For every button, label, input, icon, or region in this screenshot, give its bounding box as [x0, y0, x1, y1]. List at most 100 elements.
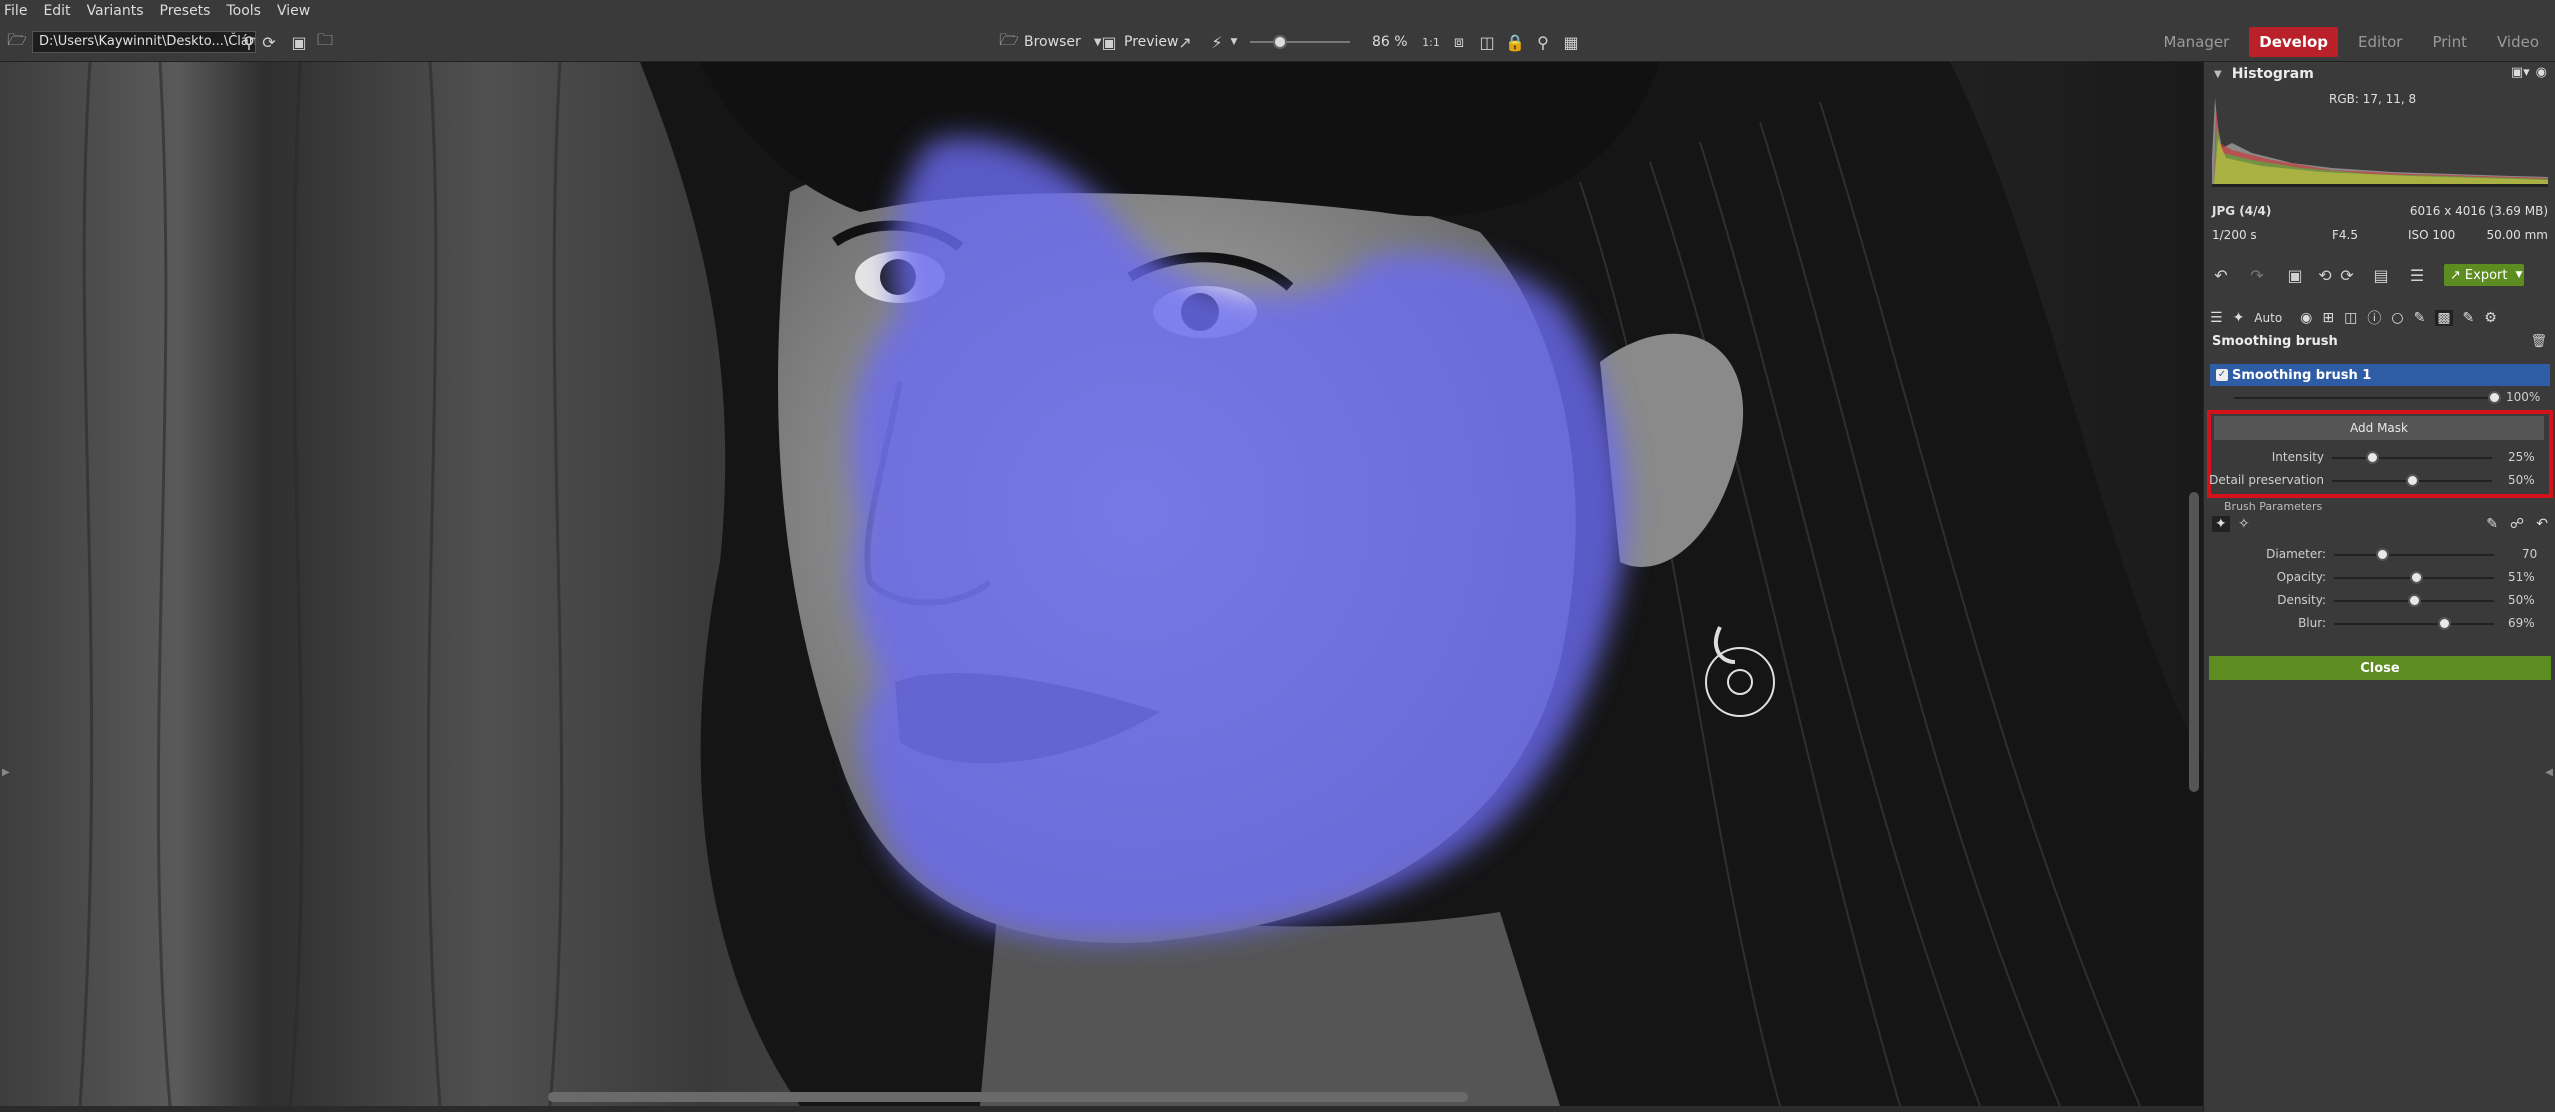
- checkbox[interactable]: ✓: [2216, 369, 2228, 381]
- brush-layer-item[interactable]: ✓ Smoothing brush 1: [2210, 364, 2550, 386]
- eraser-icon[interactable]: ✎: [2463, 310, 2475, 326]
- focal-length: 50.00 mm: [2486, 228, 2548, 242]
- menu-view[interactable]: View: [277, 3, 310, 19]
- intensity-label: Intensity: [2271, 450, 2324, 464]
- refresh-icon[interactable]: ⟳: [258, 31, 280, 53]
- copy-settings-icon[interactable]: ▤: [2370, 264, 2392, 286]
- export-button[interactable]: ↗ Export ▼: [2444, 264, 2524, 286]
- brush-icon[interactable]: ✎: [2414, 310, 2426, 326]
- external-window-icon[interactable]: ↗: [1174, 31, 1196, 53]
- add-mask-button[interactable]: Add Mask: [2214, 416, 2544, 440]
- path-input[interactable]: D:\Users\Kaywinnit\Deskto...\Článek: [32, 31, 256, 53]
- opacity-slider[interactable]: Opacity: 51%: [2204, 570, 2555, 586]
- horizontal-scrollbar[interactable]: [548, 1092, 1468, 1102]
- new-folder-icon[interactable]: 🗀: [314, 30, 336, 53]
- preview-icon: ▣: [1101, 32, 1117, 52]
- gear-icon[interactable]: ⚙: [2484, 310, 2497, 326]
- eyedropper-icon[interactable]: ✎: [2486, 516, 2498, 532]
- menu-tools[interactable]: Tools: [226, 3, 261, 19]
- detail-preservation-slider[interactable]: Detail preservation 50%: [2204, 473, 2555, 489]
- rotate-left-icon[interactable]: ⟲: [2314, 264, 2336, 286]
- folder-icon[interactable]: 🗁: [6, 30, 28, 53]
- export-label: Export: [2464, 267, 2508, 283]
- lock-icon[interactable]: 🔒: [1504, 31, 1526, 53]
- zoom-value: 86 %: [1372, 34, 1408, 50]
- preview-button[interactable]: Preview: [1124, 34, 1179, 50]
- compare-icon[interactable]: ◫: [1476, 31, 1498, 53]
- photo-canvas[interactable]: ▶: [0, 62, 2203, 1106]
- actual-size-icon[interactable]: 1:1: [1420, 31, 1442, 53]
- lightning-icon[interactable]: ⚡: [1206, 31, 1228, 53]
- iso: ISO 100: [2408, 228, 2456, 242]
- image-icon[interactable]: ▣: [2284, 264, 2306, 286]
- slider-thumb[interactable]: [2438, 617, 2452, 630]
- blur-slider[interactable]: Blur: 69%: [2204, 616, 2555, 632]
- histogram-mode-icon[interactable]: ▣▾: [2511, 65, 2530, 80]
- slider-thumb[interactable]: [2376, 548, 2389, 561]
- browser-button[interactable]: Browser: [1024, 34, 1081, 50]
- diameter-slider[interactable]: Diameter: 70: [2204, 547, 2555, 563]
- info-icon[interactable]: ⓘ: [2367, 308, 2381, 328]
- smoothing-brush-icon[interactable]: ▩: [2435, 310, 2453, 326]
- wand-icon[interactable]: ✦: [2233, 310, 2245, 326]
- tab-editor[interactable]: Editor: [2348, 27, 2412, 57]
- menu-presets[interactable]: Presets: [160, 3, 211, 19]
- link-icon[interactable]: ☍: [2510, 516, 2524, 532]
- reset-icon[interactable]: ↶: [2536, 516, 2548, 532]
- crop-icon[interactable]: ⊞: [2322, 310, 2334, 326]
- slider-thumb[interactable]: [2366, 451, 2379, 464]
- slider-thumb[interactable]: [2408, 594, 2421, 607]
- shutter-speed: 1/200 s: [2212, 228, 2257, 242]
- presets-icon[interactable]: ☰: [2406, 264, 2428, 286]
- brush-amount-slider[interactable]: 100%: [2234, 390, 2550, 406]
- auto-button[interactable]: Auto: [2254, 311, 2282, 325]
- opacity-value: 51%: [2508, 570, 2535, 584]
- tab-develop[interactable]: Develop: [2249, 27, 2339, 57]
- clipping-icon[interactable]: ◉: [2536, 65, 2547, 80]
- circle-icon[interactable]: ○: [2391, 310, 2403, 326]
- blur-label: Blur:: [2298, 616, 2326, 630]
- menu-variants[interactable]: Variants: [87, 3, 144, 19]
- tab-manager[interactable]: Manager: [2154, 27, 2240, 57]
- slider-thumb[interactable]: [2488, 391, 2501, 404]
- opacity-label: Opacity:: [2276, 570, 2326, 584]
- vertical-scrollbar[interactable]: [2189, 492, 2199, 792]
- section-title: Smoothing brush: [2212, 334, 2338, 349]
- slider-thumb[interactable]: [2409, 571, 2423, 584]
- histogram-header[interactable]: ▼ Histogram: [2204, 62, 2555, 86]
- slider-thumb[interactable]: [2406, 474, 2419, 487]
- camera-icon[interactable]: ◉: [2300, 310, 2312, 326]
- menu-edit[interactable]: Edit: [43, 3, 70, 19]
- redo-icon[interactable]: ↷: [2246, 264, 2268, 286]
- window-icon[interactable]: ▣: [288, 31, 310, 53]
- menu-file[interactable]: File: [4, 3, 27, 19]
- intensity-slider[interactable]: Intensity 25%: [2204, 450, 2555, 466]
- collapse-right-icon[interactable]: ◀: [2545, 767, 2553, 778]
- collapse-icon[interactable]: ▼: [2214, 69, 2222, 80]
- undo-icon[interactable]: ↶: [2210, 264, 2232, 286]
- search-icon[interactable]: ⚲: [238, 31, 260, 53]
- fit-icon[interactable]: ⧈: [1448, 31, 1470, 53]
- collapse-left-icon[interactable]: ▶: [2, 767, 10, 778]
- brush-add-icon[interactable]: ✦: [2212, 516, 2230, 532]
- chevron-down-icon[interactable]: ▼: [1228, 31, 1240, 53]
- loupe-icon[interactable]: ⚲: [1532, 31, 1554, 53]
- trash-icon[interactable]: 🗑: [2530, 334, 2547, 349]
- histogram-title: Histogram: [2231, 66, 2314, 82]
- tab-print[interactable]: Print: [2422, 27, 2477, 57]
- brush-parameters-title: Brush Parameters: [2224, 500, 2323, 513]
- brush-layer-label: Smoothing brush 1: [2232, 367, 2372, 383]
- brush-erase-icon[interactable]: ✧: [2238, 516, 2250, 532]
- transform-icon[interactable]: ◫: [2344, 310, 2357, 326]
- zoom-slider-thumb[interactable]: [1273, 35, 1287, 49]
- close-button[interactable]: Close: [2209, 656, 2551, 680]
- density-slider[interactable]: Density: 50%: [2204, 593, 2555, 609]
- rotate-right-icon[interactable]: ⟳: [2336, 264, 2358, 286]
- brush-params-icons: ✦ ✧ ✎ ☍ ↶: [2212, 516, 2552, 536]
- chevron-down-icon: ▼: [2515, 270, 2523, 280]
- zoom-slider-track[interactable]: [1250, 41, 1350, 43]
- adjust-icon[interactable]: ☰: [2210, 310, 2223, 326]
- overlay-icon[interactable]: ▦: [1560, 31, 1582, 53]
- tab-video[interactable]: Video: [2487, 27, 2549, 57]
- right-panel: ▼ Histogram ▣▾ ◉ RGB: 17, 11, 8 JPG (4/4…: [2203, 62, 2555, 1112]
